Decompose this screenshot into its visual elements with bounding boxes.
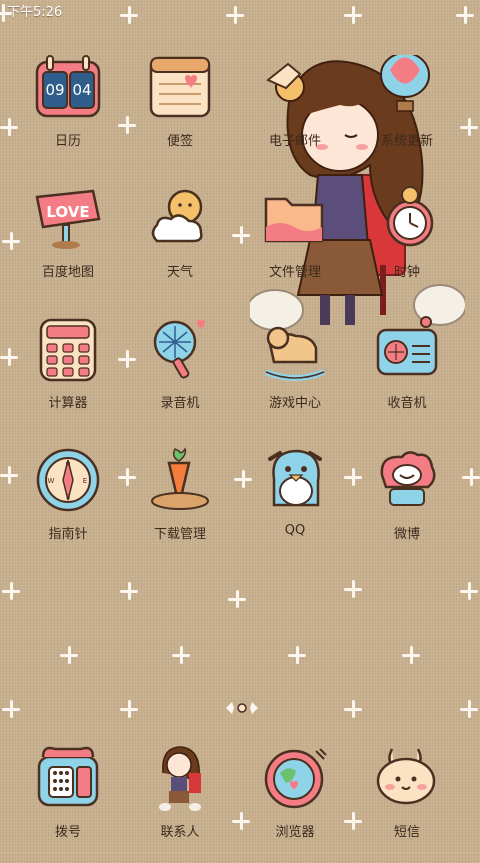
compass-letter: W	[48, 477, 55, 485]
carrot-icon	[145, 445, 215, 515]
app-label: 百度地图	[41, 265, 94, 280]
dock-dialer[interactable]: 拨号	[13, 743, 123, 863]
compass-letter: N	[65, 461, 70, 469]
microphone-icon	[145, 314, 215, 384]
app-qq[interactable]: QQ	[240, 445, 350, 565]
cross-decoration	[344, 700, 362, 718]
status-time: 下午5:26	[7, 5, 63, 20]
app-label: 计算器	[48, 396, 88, 411]
cross-decoration	[120, 700, 138, 718]
dock-browser[interactable]: 浏览器	[240, 743, 350, 863]
cross-decoration	[460, 582, 478, 600]
app-label: 时钟	[393, 265, 420, 280]
app-label: 日历	[54, 134, 81, 149]
penguin-icon	[260, 445, 330, 515]
love-sign-icon: LOVE	[33, 183, 103, 253]
app-recorder[interactable]: 录音机	[125, 314, 235, 434]
page-indicator[interactable]	[222, 698, 262, 718]
app-label: 录音机	[160, 396, 200, 411]
app-calculator[interactable]: 计算器	[13, 314, 123, 434]
app-label: 天气	[166, 265, 193, 280]
app-label: 电子邮件	[268, 134, 321, 149]
weibo-icon	[372, 445, 442, 515]
app-clock[interactable]: 时钟	[352, 183, 462, 303]
app-label: 拨号	[54, 825, 81, 840]
cross-decoration	[120, 582, 138, 600]
app-label: 联系人	[160, 825, 200, 840]
status-bar: 下午5:26	[0, 0, 480, 26]
app-label: 游戏中心	[268, 396, 321, 411]
app-notes[interactable]: 便签	[125, 52, 235, 172]
clock-icon	[372, 183, 442, 253]
app-download-manager[interactable]: 下载管理	[125, 445, 235, 565]
cross-decoration	[344, 580, 362, 598]
app-file-manager[interactable]: 文件管理	[240, 183, 350, 303]
sun-cloud-icon	[145, 183, 215, 253]
globe-icon	[260, 743, 330, 813]
cross-decoration	[460, 700, 478, 718]
calendar-text: 04	[72, 81, 91, 99]
calendar-icon: 09 04	[33, 52, 103, 122]
app-label: 微博	[393, 527, 420, 542]
compass-icon: N S W E	[33, 445, 103, 515]
app-baidu-map[interactable]: LOVE 百度地图	[13, 183, 123, 303]
app-label: 文件管理	[268, 265, 321, 280]
app-game-center[interactable]: 游戏中心	[240, 314, 350, 434]
cross-decoration	[2, 700, 20, 718]
email-icon	[260, 52, 330, 122]
app-compass[interactable]: N S W E 指南针	[13, 445, 123, 565]
app-label: 下载管理	[153, 527, 206, 542]
app-system-update[interactable]: 系统更新	[352, 52, 462, 172]
app-calendar[interactable]: 09 04 日历	[13, 52, 123, 172]
app-weibo[interactable]: 微博	[352, 445, 462, 565]
notepad-icon	[145, 52, 215, 122]
telephone-icon	[33, 743, 103, 813]
app-label: QQ	[284, 523, 306, 538]
cross-decoration	[228, 590, 246, 608]
app-label: 系统更新	[380, 134, 433, 149]
love-sign-text: LOVE	[46, 203, 89, 221]
app-label: 短信	[393, 825, 420, 840]
compass-letter: E	[83, 477, 87, 485]
app-email[interactable]: 电子邮件	[240, 52, 350, 172]
calculator-icon	[33, 314, 103, 384]
app-radio[interactable]: 收音机	[352, 314, 462, 434]
bunny-message-icon	[372, 743, 442, 813]
cross-decoration	[462, 468, 480, 486]
dock-contacts[interactable]: 联系人	[125, 743, 235, 863]
rocking-horse-icon	[260, 314, 330, 384]
radio-icon	[372, 314, 442, 384]
app-label: 便签	[166, 134, 193, 149]
app-label: 收音机	[387, 396, 427, 411]
app-label: 浏览器	[275, 825, 315, 840]
cross-decoration	[172, 646, 190, 664]
folder-icon	[260, 183, 330, 253]
app-label: 指南针	[48, 527, 88, 542]
hot-air-balloon-icon	[372, 52, 442, 122]
cross-decoration	[402, 646, 420, 664]
cross-decoration	[2, 582, 20, 600]
compass-letter: S	[66, 493, 71, 501]
girl-contact-icon	[145, 743, 215, 813]
cross-decoration	[288, 646, 306, 664]
dock-messages[interactable]: 短信	[352, 743, 462, 863]
cross-decoration	[60, 646, 78, 664]
calendar-text: 09	[45, 81, 64, 99]
app-weather[interactable]: 天气	[125, 183, 235, 303]
